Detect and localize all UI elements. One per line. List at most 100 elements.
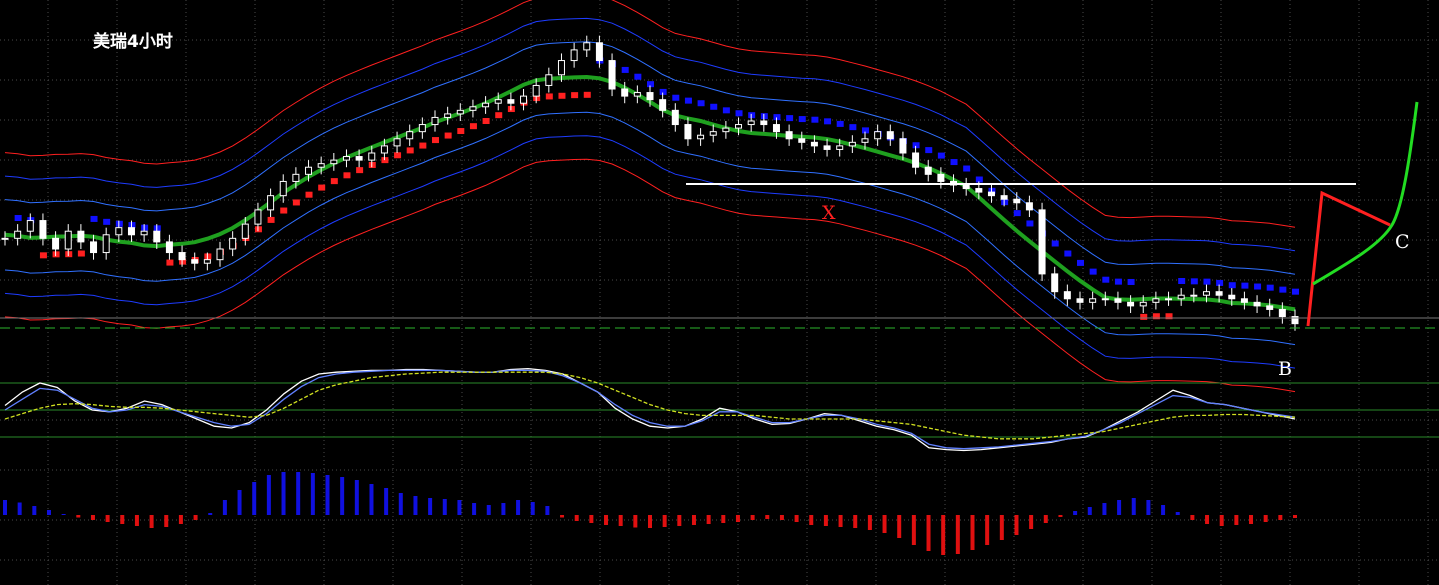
- candle-body: [14, 230, 22, 239]
- candle-body: [305, 166, 313, 175]
- trend-dot: [330, 178, 338, 185]
- trend-dot: [1026, 220, 1034, 227]
- candle-body: [52, 237, 60, 250]
- histogram-bar: [662, 515, 667, 527]
- histogram-bar: [413, 496, 418, 515]
- histogram-bar: [1102, 503, 1107, 515]
- projection-green-curve: [1312, 101, 1419, 286]
- histogram-bar: [574, 515, 579, 521]
- histogram-bar: [1014, 515, 1019, 535]
- candle-body: [987, 191, 995, 197]
- candle-body: [90, 241, 98, 254]
- candle-body: [659, 99, 667, 111]
- trend-dot: [1228, 282, 1236, 289]
- candle-body: [760, 120, 768, 126]
- trend-dot: [798, 116, 806, 123]
- candle-body: [722, 127, 730, 133]
- histogram-bar: [281, 472, 286, 515]
- trend-dot: [849, 124, 857, 131]
- trend-dot: [469, 123, 477, 130]
- histogram-bar: [560, 515, 565, 518]
- candle-body: [937, 173, 945, 182]
- histogram-bar: [501, 503, 506, 515]
- histogram-bar: [252, 482, 257, 515]
- trend-dot: [14, 215, 22, 222]
- candle-body: [203, 259, 211, 264]
- trend-dot: [280, 207, 288, 214]
- histogram-bar: [516, 500, 521, 515]
- histogram-bar: [457, 500, 462, 515]
- candle-body: [697, 134, 705, 140]
- price-channel-bands: [4, 0, 1296, 393]
- histogram-bar: [926, 515, 931, 551]
- histogram-bar: [3, 500, 7, 515]
- trend-dot: [495, 112, 503, 119]
- chart-title: 美瑞4小时: [93, 31, 173, 52]
- candle-body: [595, 42, 603, 62]
- candle-body: [1089, 298, 1097, 303]
- candle-body: [406, 131, 414, 140]
- trend-dot: [343, 172, 351, 179]
- oscillator-levels: [0, 382, 1439, 438]
- histogram-bar: [809, 515, 814, 525]
- trend-dot: [836, 120, 844, 127]
- candle-body: [1025, 202, 1033, 211]
- trend-dot: [583, 91, 591, 98]
- candle-body: [583, 42, 591, 51]
- histogram-bar: [735, 515, 740, 522]
- trend-dot: [710, 103, 718, 110]
- trend-dot: [1013, 210, 1021, 217]
- candle-body: [342, 156, 350, 161]
- candle-body: [127, 227, 135, 236]
- candle-body: [621, 88, 629, 97]
- histogram-bar: [985, 515, 990, 545]
- histogram-bar: [193, 515, 198, 520]
- trend-dot: [90, 215, 98, 222]
- candle-body: [747, 120, 755, 126]
- histogram-bar: [1058, 515, 1063, 517]
- histogram-bar: [1249, 515, 1254, 524]
- channel-upper-mid: [4, 17, 1296, 252]
- trend-dot: [1140, 313, 1148, 320]
- candle-body: [1, 237, 9, 240]
- histogram-bar: [266, 475, 271, 515]
- candle-body: [1114, 298, 1122, 303]
- histogram-bar: [120, 515, 125, 524]
- chart-canvas: 美瑞4小时 X B C: [0, 0, 1439, 585]
- histogram-bar: [1219, 515, 1224, 526]
- candle-body: [532, 84, 540, 97]
- trend-dot: [103, 218, 111, 225]
- candle-body: [418, 124, 426, 133]
- candle-body: [671, 109, 679, 126]
- candle-body: [140, 230, 148, 236]
- candle-body: [494, 99, 502, 104]
- histogram-bar: [178, 515, 183, 524]
- histogram-bar: [677, 515, 682, 526]
- candle-body: [798, 138, 806, 143]
- candle-body: [507, 99, 515, 104]
- trend-dot: [419, 142, 427, 149]
- candle-body: [165, 241, 173, 254]
- candle-body: [836, 145, 844, 150]
- trend-dot: [735, 110, 743, 117]
- trend-dot: [950, 159, 958, 166]
- histogram-bar: [90, 515, 95, 520]
- candle-body: [1063, 291, 1071, 300]
- candle-body: [469, 106, 477, 111]
- histogram-bar: [530, 502, 535, 515]
- histogram-bar: [941, 515, 946, 555]
- histogram-bar: [691, 515, 696, 525]
- candle-body: [810, 141, 818, 147]
- candle-body: [77, 230, 85, 243]
- trend-dot: [394, 152, 402, 159]
- histogram-bar: [765, 515, 770, 519]
- trend-dot: [1241, 282, 1249, 289]
- candle-body: [317, 163, 325, 168]
- histogram-bar: [633, 515, 638, 528]
- candle-body: [1240, 298, 1248, 303]
- candle-body: [772, 124, 780, 133]
- channel-lower-inner: [4, 111, 1296, 346]
- trend-dot: [621, 66, 629, 73]
- trend-dot: [1102, 276, 1110, 283]
- candle-body: [1253, 301, 1261, 307]
